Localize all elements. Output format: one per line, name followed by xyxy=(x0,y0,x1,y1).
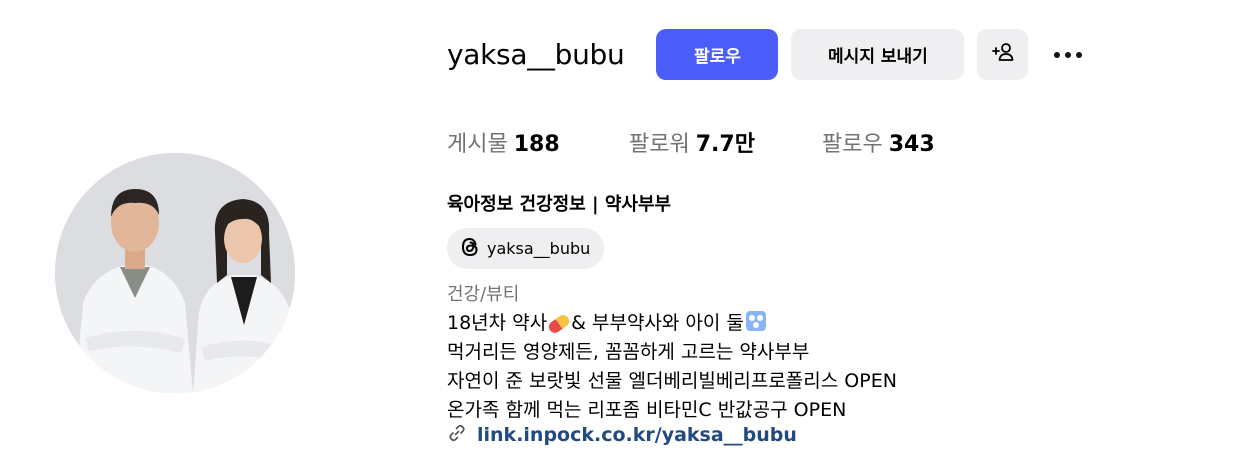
posts-value: 188 xyxy=(513,132,560,157)
bio-text: 18년차 약사 & 부부약사와 아이 둘 먹거리든 영양제든, 꼼꼼하게 고르는 … xyxy=(447,309,897,425)
avatar-photo xyxy=(55,153,295,393)
bio-line-1-text-a: 18년차 약사 xyxy=(447,312,548,334)
profile-link-url[interactable]: link.inpock.co.kr/yaksa__bubu xyxy=(477,424,797,446)
posts-label: 게시물 xyxy=(447,132,508,157)
link-icon xyxy=(447,423,467,447)
profile-avatar[interactable] xyxy=(55,153,295,393)
profile-display-name: 육아정보 건강정보 | 약사부부 xyxy=(447,194,672,215)
follow-button[interactable]: 팔로우 xyxy=(656,29,779,80)
add-user-icon xyxy=(992,42,1014,67)
bio-line-2: 먹거리든 영양제든, 꼼꼼하게 고르는 약사부부 xyxy=(447,341,810,363)
following-label: 팔로우 xyxy=(822,132,883,157)
profile-header: yaksa__bubu 팔로우 메시지 보내기 xyxy=(447,29,1086,80)
followers-value: 7.7만 xyxy=(695,132,755,157)
threads-handle: yaksa__bubu xyxy=(487,239,591,258)
pill-emoji-icon xyxy=(546,312,572,335)
threads-badge[interactable]: yaksa__bubu xyxy=(447,228,605,269)
more-options-icon[interactable] xyxy=(1050,29,1086,80)
posts-count: 게시물 188 xyxy=(447,126,629,158)
family-emoji-icon xyxy=(745,311,766,331)
followers-count[interactable]: 팔로워 7.7만 xyxy=(629,126,822,158)
threads-icon xyxy=(459,235,481,263)
profile-stats: 게시물 188 팔로워 7.7만 팔로우 343 xyxy=(447,126,935,158)
bio-line-3: 자연이 준 보랏빛 선물 엘더베리빌베리프로폴리스 OPEN xyxy=(447,370,897,392)
profile-link[interactable]: link.inpock.co.kr/yaksa__bubu xyxy=(447,423,797,447)
bio-line-1-text-b: & 부부약사와 아이 둘 xyxy=(571,312,744,334)
add-user-button[interactable] xyxy=(977,29,1029,80)
following-value: 343 xyxy=(888,132,935,157)
bio-line-1: 18년차 약사 & 부부약사와 아이 둘 xyxy=(447,309,897,338)
following-count[interactable]: 팔로우 343 xyxy=(822,126,935,158)
profile-category: 건강/뷰티 xyxy=(447,284,520,305)
followers-label: 팔로워 xyxy=(629,132,690,157)
username: yaksa__bubu xyxy=(447,38,625,71)
bio-line-4: 온가족 함께 먹는 리포좀 비타민C 반값공구 OPEN xyxy=(447,399,847,421)
message-button[interactable]: 메시지 보내기 xyxy=(791,29,965,80)
